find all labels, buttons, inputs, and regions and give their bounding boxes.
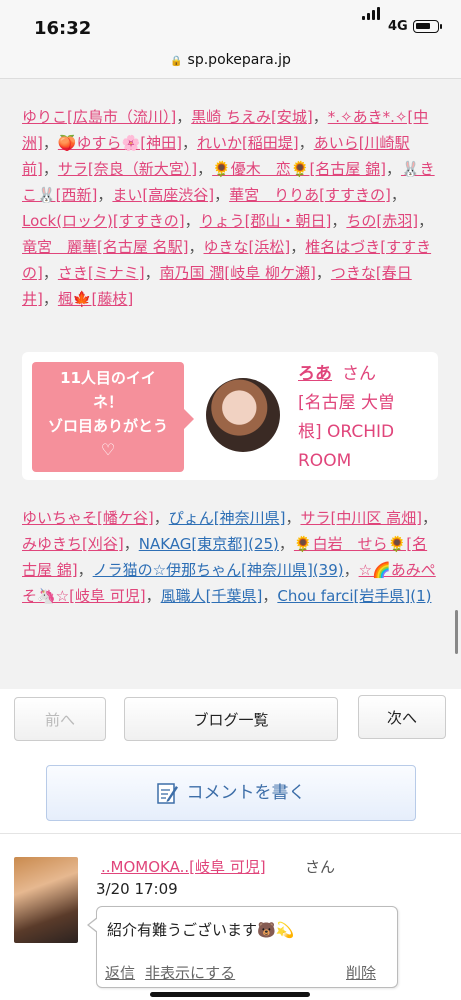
speech-arrow xyxy=(184,409,194,429)
network-label: 4G xyxy=(388,19,408,34)
comment-text: 紹介有難うございます🐻💫 xyxy=(107,921,295,939)
liker-link[interactable]: ゆりこ[広島市（流川）] xyxy=(22,108,176,126)
liker-link[interactable]: さき[ミナミ] xyxy=(58,264,145,282)
separator: ， xyxy=(42,160,58,178)
divider xyxy=(0,833,461,834)
avatar[interactable] xyxy=(206,378,280,452)
liker-link[interactable]: NAKAG[東京都](25) xyxy=(139,535,279,553)
liker-link[interactable]: 🍑ゆすら🌸[神田] xyxy=(58,134,182,152)
separator: ， xyxy=(343,561,359,579)
liker-link[interactable]: 黒崎 ちえみ[安城] xyxy=(191,108,312,126)
liker-link[interactable]: まい[高座渋谷] xyxy=(112,186,214,204)
milestone-message: 11人目のイイ ネ！ ゾロ目ありがとう ♡ xyxy=(32,362,184,472)
separator: ， xyxy=(42,264,58,282)
separator: ， xyxy=(144,264,160,282)
comment-date: 3/20 17:09 xyxy=(96,880,178,898)
address-bar[interactable]: 🔒 sp.pokepara.jp xyxy=(0,44,461,79)
separator: ， xyxy=(97,186,113,204)
separator: ， xyxy=(77,561,93,579)
status-bar: 16:32 4G xyxy=(0,0,461,44)
separator: ， xyxy=(298,134,314,152)
separator: ， xyxy=(290,238,306,256)
liker-link[interactable]: ゆいちゃそ[幡ケ谷] xyxy=(22,509,154,527)
separator: ， xyxy=(153,509,169,527)
liker-link[interactable]: サラ[中川区 高畑] xyxy=(300,509,421,527)
scrollbar[interactable] xyxy=(455,610,458,654)
liker-link[interactable]: ノラ猫の☆伊那ちゃん[神奈川県](39) xyxy=(93,561,344,579)
lock-icon: 🔒 xyxy=(170,56,183,67)
liker-link[interactable]: ちの[赤羽] xyxy=(346,212,418,230)
hide-link[interactable]: 非表示にする xyxy=(145,962,235,983)
liker-link[interactable]: 南乃国 潤[岐阜 柳ケ瀬] xyxy=(160,264,316,282)
reply-link[interactable]: 返信 xyxy=(105,962,135,983)
liker-list-bottom: ゆいちゃそ[幡ケ谷]，ぴょん[神奈川県]，サラ[中川区 高畑]，みゆきち[刈谷]… xyxy=(22,505,442,609)
separator: ， xyxy=(184,212,200,230)
separator: ， xyxy=(285,509,301,527)
liker-link[interactable]: 風職人[千葉県] xyxy=(161,587,263,605)
liker-link[interactable]: ゆきな[浜松] xyxy=(204,238,291,256)
commenter-avatar[interactable] xyxy=(14,857,78,943)
liker-link[interactable]: りょう[郡山・朝日] xyxy=(200,212,332,230)
battery-icon xyxy=(413,20,442,33)
separator: ， xyxy=(214,186,230,204)
separator: ， xyxy=(188,238,204,256)
separator: ， xyxy=(315,264,331,282)
milestone-card: 11人目のイイ ネ！ ゾロ目ありがとう ♡ ろあ さん [名古屋 大曽 根] OR… xyxy=(22,352,438,480)
heart-icon: ♡ xyxy=(100,440,116,459)
commenter-name[interactable]: ..MOMOKA..[岐阜 可児] xyxy=(101,856,266,877)
separator: ， xyxy=(421,509,437,527)
edit-icon xyxy=(156,783,178,804)
separator: ， xyxy=(42,290,58,308)
liker-link[interactable]: 竜宮 麗華[名古屋 名駅] xyxy=(22,238,188,256)
separator: ， xyxy=(262,587,278,605)
liker-link[interactable]: ぴょん[神奈川県] xyxy=(169,509,286,527)
liker-link[interactable]: 🌻優木 恋🌻[名古屋 錦] xyxy=(212,160,386,178)
separator: ， xyxy=(385,160,401,178)
liker-list-top: ゆりこ[広島市（流川）]，黒崎 ちえみ[安城]，*.✧あき*.✧[中洲]，🍑ゆす… xyxy=(22,104,442,312)
delete-link[interactable]: 削除 xyxy=(346,962,376,983)
liker-link[interactable]: Lock(ロック)[すすきの] xyxy=(22,212,185,230)
separator: ， xyxy=(418,212,434,230)
liker-link[interactable]: サラ[奈良（新大宮）] xyxy=(58,160,197,178)
separator: ， xyxy=(176,108,192,126)
write-comment-button[interactable]: コメントを書く xyxy=(46,765,416,821)
separator: ， xyxy=(278,535,294,553)
home-indicator[interactable] xyxy=(150,992,310,997)
liker-link[interactable]: 楓🍁[藤枝] xyxy=(58,290,133,308)
comment-bubble: 紹介有難うございます🐻💫 返信 非表示にする 削除 xyxy=(87,906,398,988)
next-button[interactable]: 次へ xyxy=(358,695,446,739)
url-text: sp.pokepara.jp xyxy=(187,52,291,68)
separator: ， xyxy=(390,186,406,204)
prev-button[interactable]: 前へ xyxy=(14,697,106,741)
milestone-user: ろあ さん [名古屋 大曽 根] ORCHID ROOM xyxy=(298,364,396,471)
liker-link[interactable]: 華宮 りりあ[すすきの] xyxy=(229,186,391,204)
separator: ， xyxy=(145,587,161,605)
milestone-user-name[interactable]: ろあ xyxy=(298,364,332,384)
separator: ， xyxy=(312,108,328,126)
separator: ， xyxy=(331,212,347,230)
separator: ， xyxy=(42,134,58,152)
liker-link[interactable]: れいか[稲田堤] xyxy=(197,134,299,152)
commenter-suffix: さん xyxy=(305,858,336,876)
separator: ， xyxy=(181,134,197,152)
clock: 16:32 xyxy=(34,18,92,39)
separator: ， xyxy=(123,535,139,553)
separator: ， xyxy=(197,160,213,178)
liker-link[interactable]: Chou farci[岩手県](1) xyxy=(277,587,431,605)
liker-link[interactable]: みゆきち[刈谷] xyxy=(22,535,124,553)
blog-list-button[interactable]: ブログ一覧 xyxy=(124,697,338,741)
